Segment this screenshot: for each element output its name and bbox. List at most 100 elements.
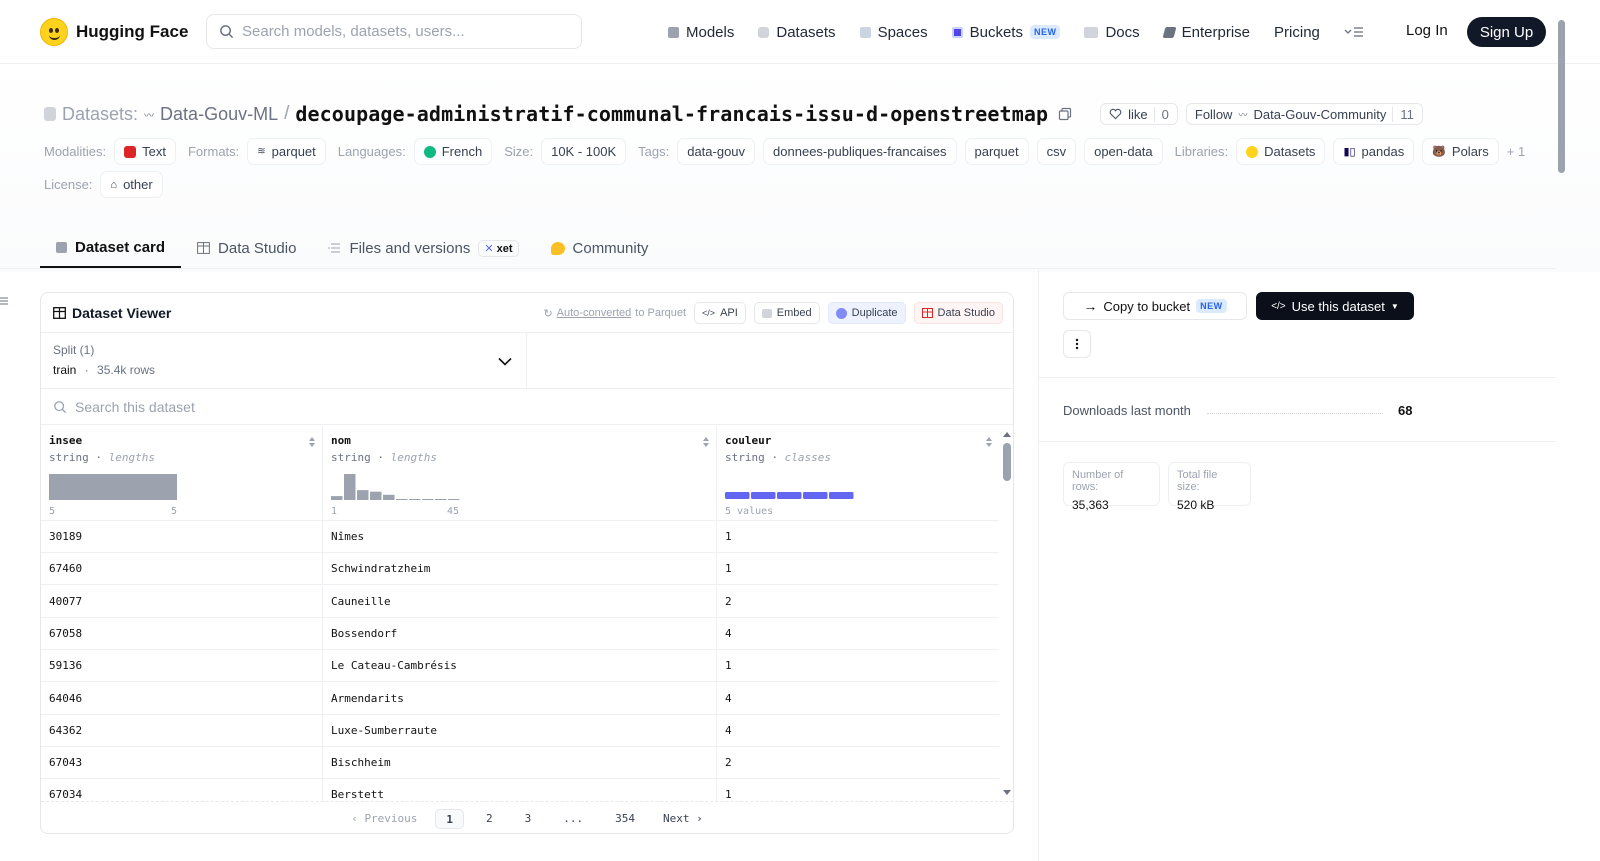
nav-buckets[interactable]: Buckets NEW xyxy=(951,18,1061,46)
cell-couleur[interactable]: 1 xyxy=(717,553,999,585)
histogram-bar[interactable] xyxy=(331,496,343,500)
brand-logo[interactable]: Hugging Face xyxy=(40,17,188,46)
cell-insee[interactable]: 40077 xyxy=(41,585,323,618)
login-link[interactable]: Log In xyxy=(1406,22,1448,39)
histogram-bar[interactable] xyxy=(448,499,460,500)
cell-nom[interactable]: Berstett xyxy=(323,779,717,802)
table-row[interactable]: 67058 Bossendorf 4 xyxy=(41,617,999,650)
page-3-button[interactable]: 3 xyxy=(515,809,542,829)
copy-to-bucket-button[interactable]: → Copy to bucket NEW xyxy=(1063,292,1247,320)
table-row[interactable]: 67460 Schwindratzheim 1 xyxy=(41,553,999,586)
page-1-button[interactable]: 1 xyxy=(435,808,465,829)
previous-page-button[interactable]: ‹ Previous xyxy=(341,809,427,829)
cell-nom[interactable]: Nîmes xyxy=(323,521,717,553)
table-row[interactable]: 64046 Armendarits 4 xyxy=(41,682,999,715)
split-selector[interactable]: Split (1) train · 35.4k rows xyxy=(41,333,527,388)
global-search-input[interactable] xyxy=(242,23,562,40)
tag-parquet-format[interactable]: ≋ parquet xyxy=(247,138,326,165)
tag-text[interactable]: Text xyxy=(114,138,176,165)
table-row[interactable]: 67043 Bischheim 2 xyxy=(41,747,999,780)
tab-dataset-card[interactable]: Dataset card xyxy=(40,228,182,268)
histogram-bar[interactable] xyxy=(49,474,177,500)
libraries-more[interactable]: + 1 xyxy=(1507,144,1525,159)
page-2-button[interactable]: 2 xyxy=(476,809,503,829)
tag-size[interactable]: 10K - 100K xyxy=(541,138,627,165)
cell-insee[interactable]: 59136 xyxy=(41,650,323,683)
histogram-bar[interactable] xyxy=(383,494,395,500)
page-354-button[interactable]: 354 xyxy=(605,809,645,829)
cell-couleur[interactable]: 4 xyxy=(717,683,999,715)
tag-csv[interactable]: csv xyxy=(1036,138,1077,165)
tab-files-and-versions[interactable]: Files and versions ✕ xet xyxy=(312,228,534,268)
data-studio-button[interactable]: Data Studio xyxy=(913,302,1003,324)
use-this-dataset-button[interactable]: </> Use this dataset ▼ xyxy=(1256,292,1414,320)
copy-icon[interactable] xyxy=(1058,107,1072,121)
class-segment[interactable] xyxy=(751,492,776,499)
page-scrollbar-thumb[interactable] xyxy=(1558,20,1565,173)
signup-button[interactable]: Sign Up xyxy=(1467,17,1546,47)
table-row[interactable]: 64362 Luxe-Sumberraute 4 xyxy=(41,714,999,747)
follow-button[interactable]: Follow 〰 Data-Gouv-Community 11 xyxy=(1185,103,1423,125)
cell-insee[interactable]: 67034 xyxy=(41,779,323,802)
cell-nom[interactable]: Bischheim xyxy=(323,747,717,780)
histogram-bar[interactable] xyxy=(409,499,421,500)
nav-docs[interactable]: Docs xyxy=(1084,18,1140,46)
cell-insee[interactable]: 64046 xyxy=(41,682,323,715)
cell-couleur[interactable]: 2 xyxy=(717,586,999,618)
cell-nom[interactable]: Cauneille xyxy=(323,585,717,618)
cell-nom[interactable]: Schwindratzheim xyxy=(323,553,717,586)
sort-icon[interactable] xyxy=(702,436,710,448)
nav-more-menu[interactable] xyxy=(1344,18,1364,46)
scroll-down-arrow-icon[interactable] xyxy=(1002,789,1012,796)
repo-org-link[interactable]: Data-Gouv-ML xyxy=(160,104,278,125)
cell-insee[interactable]: 67058 xyxy=(41,617,323,650)
auto-converted-link[interactable]: Auto-converted xyxy=(557,307,632,319)
cell-insee[interactable]: 67043 xyxy=(41,747,323,780)
class-segment[interactable] xyxy=(803,492,828,499)
tag-polars[interactable]: 🐻 Polars xyxy=(1422,138,1499,165)
column-header-insee[interactable]: insee string · lengths 55 xyxy=(41,426,323,521)
tag-parquet[interactable]: parquet xyxy=(964,138,1029,165)
histogram-bar[interactable] xyxy=(370,491,382,500)
tag-donnees-publiques[interactable]: donnees-publiques-francaises xyxy=(763,138,957,165)
table-scrollbar-thumb[interactable] xyxy=(1003,443,1011,481)
cell-couleur[interactable]: 1 xyxy=(717,521,999,553)
histogram-bar[interactable] xyxy=(396,498,408,500)
nav-datasets[interactable]: Datasets xyxy=(758,18,836,46)
nav-pricing[interactable]: Pricing xyxy=(1274,18,1320,46)
class-segment[interactable] xyxy=(725,492,750,499)
embed-button[interactable]: Embed xyxy=(753,302,820,324)
repo-kind[interactable]: Datasets: xyxy=(62,104,138,125)
repo-name[interactable]: decoupage-administratif-communal-francai… xyxy=(295,102,1048,126)
histogram-bar[interactable] xyxy=(422,499,434,500)
table-row[interactable]: 67034 Berstett 1 xyxy=(41,779,999,802)
tab-data-studio[interactable]: Data Studio xyxy=(181,228,312,268)
dataset-search-input[interactable] xyxy=(75,398,675,415)
tag-pandas[interactable]: ▮▯ pandas xyxy=(1333,138,1415,165)
tag-datasets-library[interactable]: Datasets xyxy=(1236,138,1326,165)
tag-open-data[interactable]: open-data xyxy=(1084,138,1163,165)
cell-insee[interactable]: 30189 xyxy=(41,521,323,553)
table-row[interactable]: 59136 Le Cateau-Cambrésis 1 xyxy=(41,650,999,683)
dataset-search-box[interactable] xyxy=(41,389,1013,425)
histogram-bar[interactable] xyxy=(435,499,447,500)
table-row[interactable]: 40077 Cauneille 2 xyxy=(41,585,999,618)
cell-nom[interactable]: Le Cateau-Cambrésis xyxy=(323,650,717,683)
tag-license[interactable]: ⌂ other xyxy=(100,171,163,198)
like-button[interactable]: like 0 xyxy=(1100,103,1178,125)
cell-insee[interactable]: 67460 xyxy=(41,553,323,586)
cell-couleur[interactable]: 4 xyxy=(717,715,999,747)
global-search-box[interactable] xyxy=(206,14,582,49)
table-row[interactable]: 30189 Nîmes 1 xyxy=(41,521,999,553)
cell-nom[interactable]: Luxe-Sumberraute xyxy=(323,714,717,747)
cell-couleur[interactable]: 4 xyxy=(717,618,999,650)
nav-enterprise[interactable]: Enterprise xyxy=(1162,18,1250,46)
histogram-bar[interactable] xyxy=(357,490,369,500)
nav-models[interactable]: Models xyxy=(668,18,734,46)
length-histogram[interactable] xyxy=(49,474,319,504)
nav-spaces[interactable]: Spaces xyxy=(859,18,928,46)
cell-nom[interactable]: Armendarits xyxy=(323,682,717,715)
sort-icon[interactable] xyxy=(985,436,993,448)
cell-couleur[interactable]: 1 xyxy=(717,650,999,682)
histogram-bar[interactable] xyxy=(344,474,356,500)
